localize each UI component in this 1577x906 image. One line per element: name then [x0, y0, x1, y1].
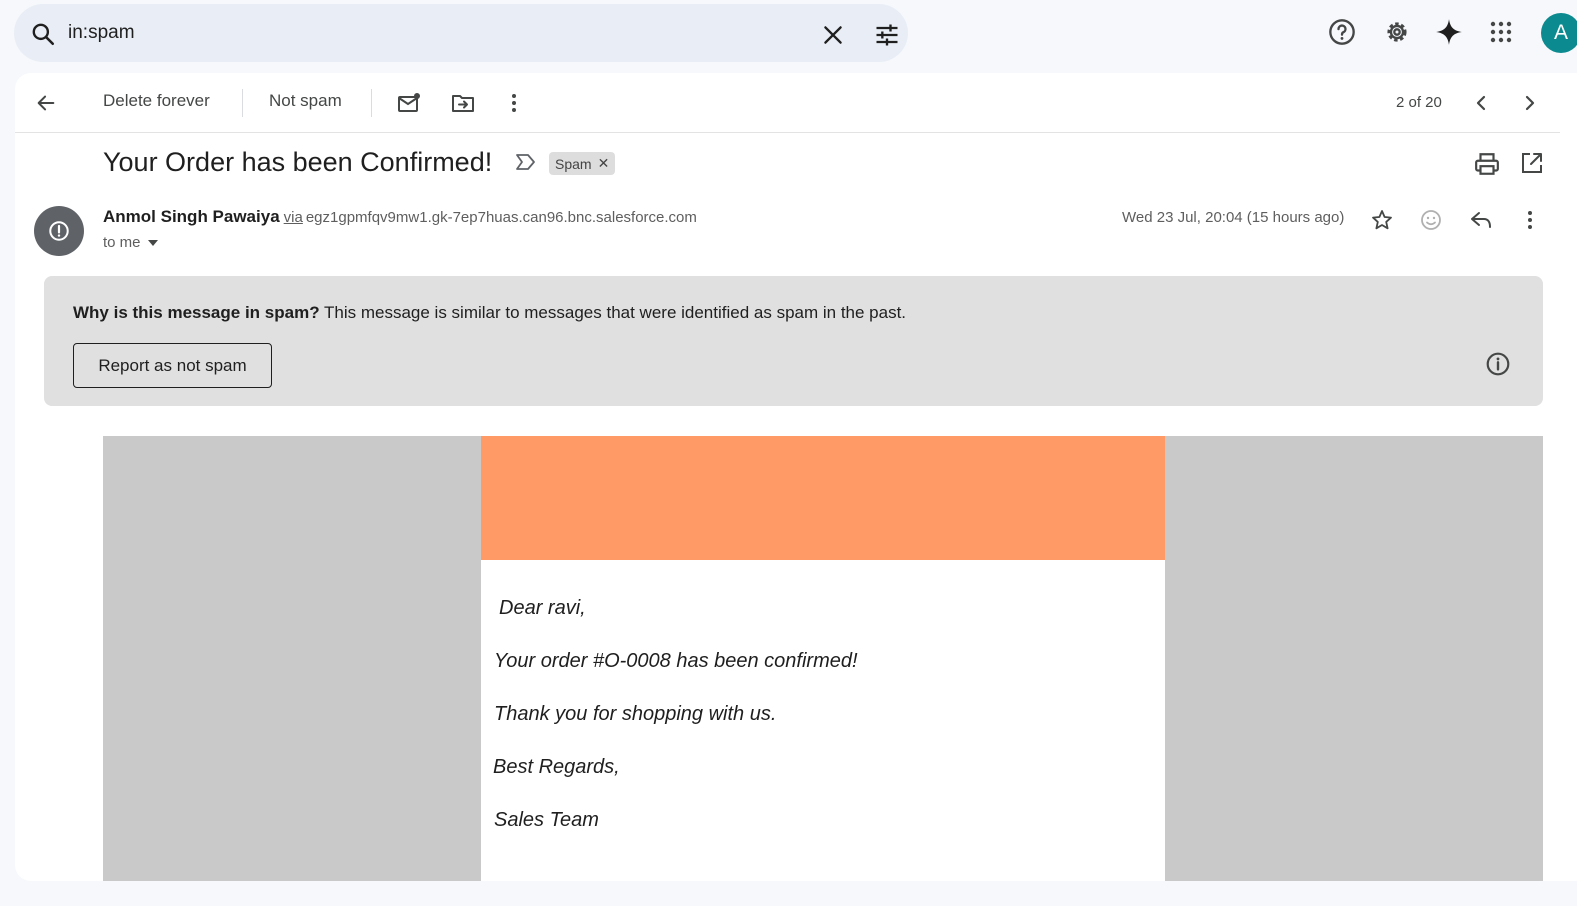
- search-icon[interactable]: [30, 21, 56, 47]
- search-input[interactable]: [68, 18, 768, 48]
- info-icon[interactable]: [1485, 351, 1511, 382]
- not-spam-button[interactable]: Not spam: [269, 91, 342, 111]
- report-not-spam-button[interactable]: Report as not spam: [73, 343, 272, 388]
- spam-label-chip: Spam ✕: [549, 152, 616, 175]
- add-reaction-emoji-icon[interactable]: [1417, 206, 1445, 234]
- delete-forever-button[interactable]: Delete forever: [103, 91, 210, 111]
- sender-avatar: [34, 206, 84, 256]
- label-importance-icon[interactable]: [515, 153, 537, 176]
- spam-label-text: Spam: [555, 155, 592, 172]
- avatar-initial: A: [1554, 21, 1569, 44]
- remove-label-icon[interactable]: ✕: [598, 155, 610, 172]
- spam-question: Why is this message in spam?: [73, 303, 320, 322]
- order-confirmation-text: Your order #O-0008 has been confirmed!: [494, 650, 858, 672]
- warning-icon: [49, 221, 69, 241]
- back-arrow-icon[interactable]: [33, 90, 59, 116]
- email-header-banner: [481, 436, 1165, 560]
- print-icon[interactable]: [1474, 151, 1500, 182]
- pagination-count: 2 of 20: [1396, 94, 1442, 111]
- email-content-column: Dear ravi, Your order #O-0008 has been c…: [481, 436, 1165, 881]
- via-address: egz1gpmfqv9mw1.gk-7ep7huas.can96.bnc.sal…: [305, 209, 697, 226]
- toolbar-divider: [371, 89, 372, 117]
- message-more-options-icon[interactable]: [1516, 206, 1544, 234]
- recipients-text: to me: [103, 234, 141, 251]
- gemini-sparkle-icon[interactable]: [1434, 17, 1464, 47]
- message-card: Delete forever Not spam 2 of 20 Your Ord…: [15, 73, 1577, 881]
- spam-reason: This message is similar to messages that…: [324, 303, 907, 322]
- spam-warning-banner: Why is this message in spam? This messag…: [44, 276, 1543, 406]
- recipients-toggle[interactable]: to me: [103, 234, 159, 251]
- thank-you-text: Thank you for shopping with us.: [494, 703, 777, 725]
- search-options-icon[interactable]: [873, 21, 901, 49]
- settings-gear-icon[interactable]: [1382, 17, 1412, 47]
- account-avatar[interactable]: A: [1541, 13, 1577, 53]
- apps-grid-icon[interactable]: [1486, 17, 1516, 47]
- help-icon[interactable]: [1327, 17, 1357, 47]
- chevron-down-icon: [147, 239, 158, 246]
- chevron-right-icon[interactable]: [1517, 90, 1543, 116]
- spam-explanation: Why is this message in spam? This messag…: [73, 303, 906, 323]
- search-bar: [14, 4, 908, 62]
- via-link[interactable]: via: [284, 209, 303, 226]
- sender-name[interactable]: Anmol Singh Pawaiya: [103, 207, 280, 226]
- reply-icon[interactable]: [1467, 206, 1495, 234]
- top-bar: A: [0, 0, 1577, 66]
- mark-unread-icon[interactable]: [396, 90, 422, 116]
- clear-search-icon[interactable]: [820, 22, 846, 48]
- sender-line: Anmol Singh Pawaiya via egz1gpmfqv9mw1.gk-…: [103, 207, 697, 227]
- email-subject: Your Order has been Confirmed!: [103, 147, 493, 177]
- message-toolbar: Delete forever Not spam 2 of 20: [15, 73, 1560, 133]
- signature-text: Sales Team: [494, 809, 599, 831]
- star-icon[interactable]: [1368, 206, 1396, 234]
- toolbar-divider: [242, 89, 243, 117]
- email-body: Dear ravi, Your order #O-0008 has been c…: [103, 436, 1543, 881]
- message-date: Wed 23 Jul, 20:04 (15 hours ago): [1122, 209, 1345, 226]
- greeting-text: Dear ravi,: [499, 597, 586, 619]
- chevron-left-icon[interactable]: [1468, 90, 1494, 116]
- more-options-icon[interactable]: [501, 90, 527, 116]
- regards-text: Best Regards,: [493, 756, 620, 778]
- open-in-new-window-icon[interactable]: [1520, 151, 1544, 180]
- move-to-folder-icon[interactable]: [450, 90, 476, 116]
